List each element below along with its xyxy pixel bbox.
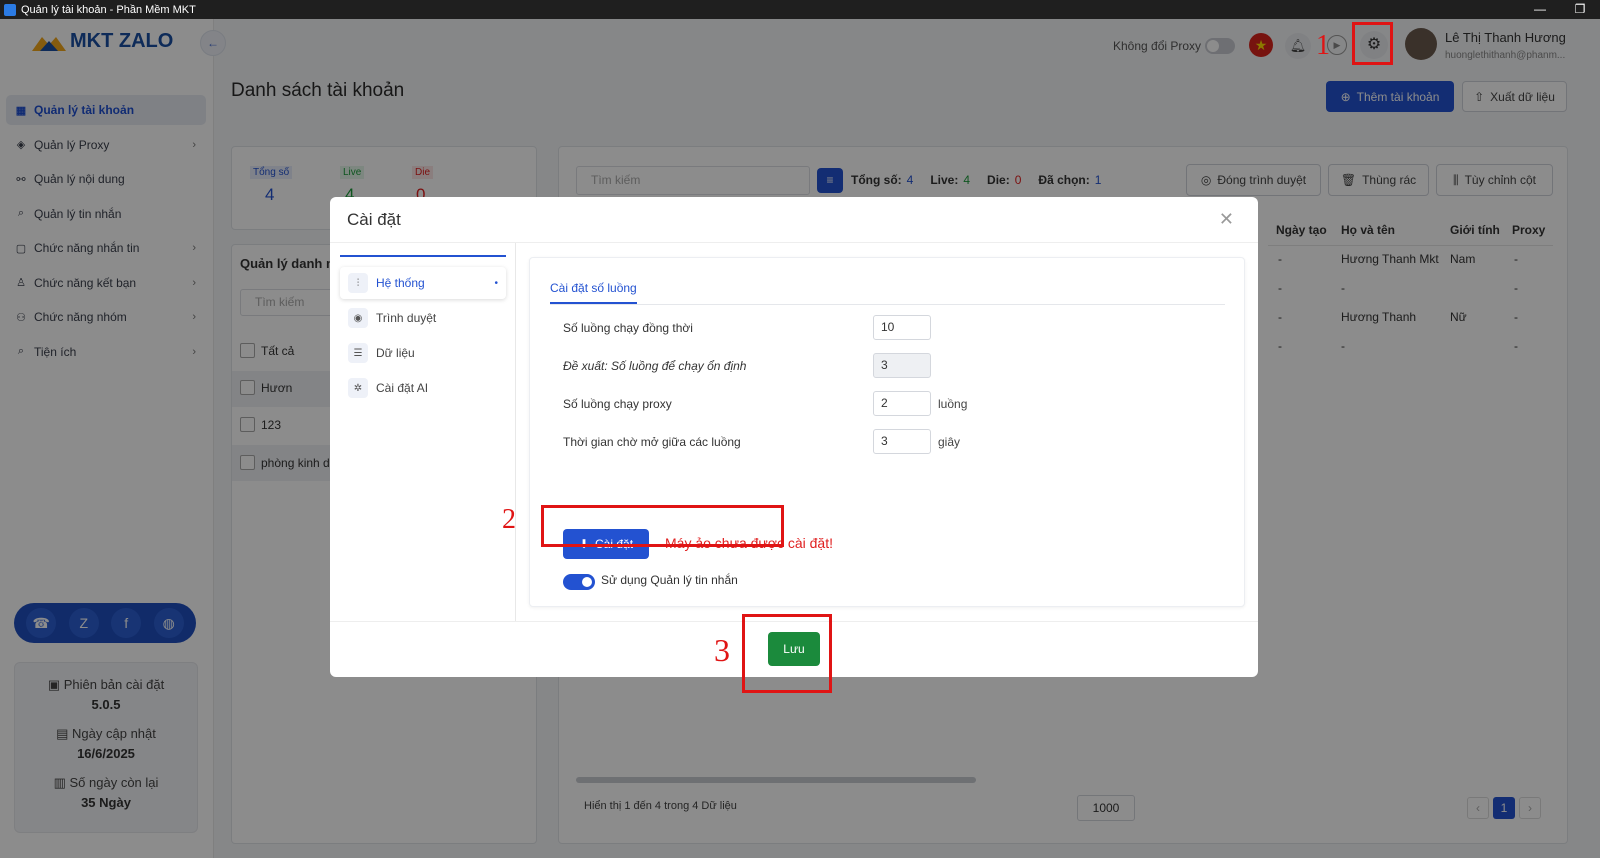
thread-delay-input[interactable]: 3 [873,429,931,454]
modal-title: Cài đặt [347,209,401,229]
concurrent-threads-input[interactable]: 10 [873,315,931,340]
settings-nav-system[interactable]: ⫶ Hệ thống • [340,267,506,299]
annotation-number-3: 3 [714,632,730,668]
annotation-box-3 [742,614,832,693]
annotation-number-2: 2 [502,504,516,535]
tab-thread-settings[interactable]: Cài đặt số luồng [550,281,637,304]
settings-nav-browser[interactable]: ◉ Trình duyệt [340,302,506,334]
settings-nav-ai[interactable]: ✲ Cài đặt AI [340,372,506,404]
window-title: Quản lý tài khoản - Phần Mềm MKT [21,3,196,16]
annotation-box-2 [541,505,784,547]
unit-label: luồng [938,397,968,411]
unit-label: giây [938,435,961,449]
message-manager-toggle[interactable] [563,574,595,590]
minimize-button[interactable]: — [1520,0,1560,19]
nav-separator [515,243,516,621]
sliders-icon: ⫶ [348,273,368,293]
annotation-box-1 [1352,22,1393,65]
field-label: Số luồng chạy đồng thời [563,321,693,335]
database-icon: ☰ [348,343,368,363]
window-titlebar: Quản lý tài khoản - Phần Mềm MKT — ❐ [0,0,1600,19]
field-label: Thời gian chờ mở giữa các luồng [563,435,741,449]
settings-nav-data[interactable]: ☰ Dữ liệu [340,337,506,369]
settings-content: Cài đặt số luồng Số luồng chạy đồng thời… [529,257,1245,607]
browser-icon: ◉ [348,308,368,328]
field-label: Số luồng chạy proxy [563,397,672,411]
close-icon[interactable]: ✕ [1219,209,1234,230]
proxy-threads-input[interactable]: 2 [873,391,931,416]
restore-button[interactable]: ❐ [1560,0,1600,19]
nav-underline [340,255,506,257]
settings-modal: Cài đặt ✕ ⫶ Hệ thống • ◉ Trình duyệt ☰ Dữ li… [330,197,1258,677]
annotation-number-1: 1 [1316,30,1330,61]
modal-header: Cài đặt [330,197,1258,243]
app-icon [4,3,16,16]
ai-icon: ✲ [348,378,368,398]
recommended-threads-field: 3 [873,353,931,378]
field-label: Đề xuất: Số luồng để chạy ổn định [563,359,747,373]
toggle-label: Sử dụng Quản lý tin nhắn [601,573,738,587]
active-dot-icon: • [494,277,498,289]
settings-nav: ⫶ Hệ thống • ◉ Trình duyệt ☰ Dữ liệu ✲ Cài đặ… [340,255,506,407]
tab-bar: Cài đặt số luồng [550,275,1225,305]
